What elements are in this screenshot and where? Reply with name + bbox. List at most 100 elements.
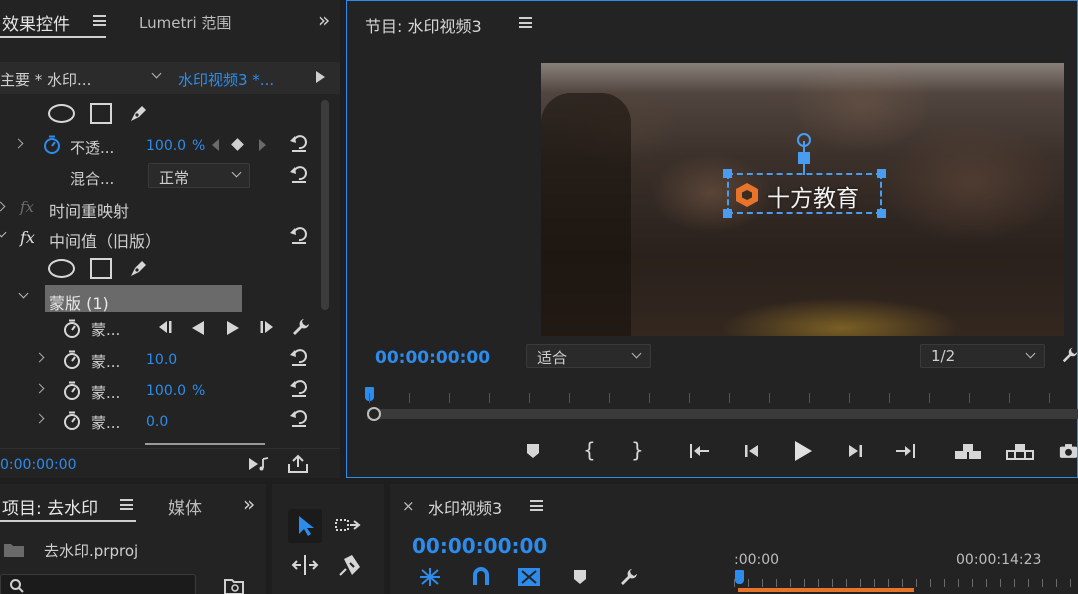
insert-icon[interactable] bbox=[953, 441, 983, 461]
mark-out-icon[interactable]: } bbox=[631, 438, 644, 462]
resolution-dropdown[interactable]: 1/2 bbox=[920, 344, 1045, 368]
go-to-in-icon[interactable] bbox=[688, 441, 712, 461]
source-clip-label[interactable]: 主要 * 水印... bbox=[0, 69, 91, 90]
project-file-name[interactable]: 去水印.prproj bbox=[44, 540, 138, 561]
new-bin-icon[interactable] bbox=[223, 577, 245, 594]
zoom-handle[interactable] bbox=[367, 407, 381, 421]
tab-project[interactable]: 项目: 去水印 bbox=[2, 494, 98, 519]
stopwatch-icon[interactable] bbox=[42, 134, 62, 154]
tab-media[interactable]: 媒体 bbox=[168, 494, 202, 519]
track-step-back-icon[interactable] bbox=[192, 321, 204, 335]
mask-opacity-value[interactable]: 100.0 bbox=[146, 383, 186, 399]
go-to-out-icon[interactable] bbox=[893, 441, 917, 461]
median-fx-icon[interactable]: fx bbox=[20, 228, 35, 247]
tab-lumetri-scopes[interactable]: Lumetri 范围 bbox=[139, 12, 231, 33]
pen-mask-icon-2[interactable] bbox=[126, 255, 152, 281]
timeline-playhead[interactable] bbox=[735, 570, 744, 584]
settings-wrench-icon[interactable] bbox=[1061, 344, 1078, 366]
mask-opacity-stopwatch-icon[interactable] bbox=[62, 380, 82, 400]
timeline-menu-icon[interactable] bbox=[530, 500, 543, 511]
mask-top-handle[interactable] bbox=[798, 152, 810, 164]
track-forward-icon[interactable] bbox=[257, 318, 277, 336]
reset-mask-opacity-icon[interactable] bbox=[288, 377, 310, 399]
linked-selection-icon[interactable] bbox=[469, 566, 493, 588]
play-triangle-icon[interactable] bbox=[316, 71, 325, 83]
mask-handle-br[interactable] bbox=[877, 209, 886, 218]
panel-expand-icon[interactable]: » bbox=[318, 8, 330, 32]
mask-opacity-expand-icon[interactable] bbox=[34, 383, 45, 394]
play-icon[interactable] bbox=[795, 441, 812, 461]
timeline-marker-icon[interactable] bbox=[572, 568, 588, 586]
sequence-clip-label[interactable]: 水印视频3 *... bbox=[178, 69, 274, 90]
project-menu-icon[interactable] bbox=[120, 499, 133, 510]
prev-keyframe-icon[interactable] bbox=[212, 139, 219, 151]
tab-effect-controls[interactable]: 效果控件 bbox=[2, 10, 70, 35]
export-icon[interactable] bbox=[286, 453, 310, 475]
ellipse-mask-icon[interactable] bbox=[48, 104, 75, 123]
reset-blend-icon[interactable] bbox=[288, 163, 310, 185]
scrub-bar[interactable] bbox=[367, 409, 1078, 419]
mask-rotate-handle[interactable] bbox=[797, 133, 811, 147]
mask-feather-expand-icon[interactable] bbox=[34, 352, 45, 363]
mask-expansion-expand-icon[interactable] bbox=[34, 413, 45, 424]
ripple-edit-tool-icon[interactable] bbox=[290, 552, 320, 578]
close-timeline-icon[interactable]: × bbox=[402, 497, 415, 515]
effects-timecode[interactable]: 0:00:00:00 bbox=[0, 457, 77, 473]
median-collapse-icon[interactable] bbox=[0, 227, 7, 238]
project-file-icon bbox=[2, 541, 26, 559]
add-marker-icon[interactable] bbox=[524, 441, 542, 461]
play-audio-icon[interactable] bbox=[247, 454, 271, 474]
blend-mode-dropdown[interactable]: 正常 bbox=[148, 163, 250, 188]
mask-opacity-unit: % bbox=[192, 383, 206, 399]
razor-tool-icon[interactable] bbox=[336, 552, 364, 578]
mask-handle-tr[interactable] bbox=[877, 169, 886, 178]
snap-icon[interactable] bbox=[418, 566, 442, 588]
mask-expansion-stopwatch-icon[interactable] bbox=[62, 410, 82, 430]
pen-mask-icon[interactable] bbox=[126, 100, 152, 126]
selection-tool-icon[interactable] bbox=[292, 512, 320, 540]
mask-expansion-value[interactable]: 0.0 bbox=[146, 414, 168, 430]
mask-path-stopwatch-icon[interactable] bbox=[62, 318, 82, 338]
track-step-forward-icon[interactable] bbox=[227, 321, 239, 335]
ellipse-mask-icon-2[interactable] bbox=[48, 259, 75, 278]
work-area-bar[interactable] bbox=[738, 588, 914, 592]
track-select-tool-icon[interactable] bbox=[333, 514, 363, 538]
overwrite-icon[interactable] bbox=[1005, 441, 1035, 461]
effect-controls-menu-icon[interactable] bbox=[93, 15, 106, 26]
project-search-field[interactable] bbox=[0, 574, 196, 594]
next-keyframe-icon[interactable] bbox=[259, 139, 266, 151]
mark-in-icon[interactable]: { bbox=[583, 438, 596, 462]
mask-collapse-icon[interactable] bbox=[18, 288, 29, 299]
rectangle-mask-icon[interactable] bbox=[90, 103, 112, 124]
fit-dropdown[interactable]: 适合 bbox=[526, 344, 651, 368]
effects-scrollbar[interactable] bbox=[321, 100, 329, 310]
timeline-title[interactable]: 水印视频3 bbox=[428, 495, 502, 519]
time-remap-label: 时间重映射 bbox=[49, 202, 130, 221]
time-remap-expand-icon[interactable] bbox=[0, 201, 6, 212]
program-monitor-menu-icon[interactable] bbox=[519, 17, 532, 28]
program-monitor-title[interactable]: 节目: 水印视频3 bbox=[365, 13, 482, 37]
wrench-icon[interactable] bbox=[290, 316, 312, 338]
opacity-expand-icon[interactable] bbox=[13, 138, 24, 149]
step-back-icon[interactable] bbox=[741, 441, 763, 461]
program-timecode[interactable]: 00:00:00:00 bbox=[375, 348, 490, 368]
export-frame-icon[interactable] bbox=[1059, 441, 1078, 461]
track-backward-icon[interactable] bbox=[155, 318, 175, 336]
reset-mask-expansion-icon[interactable] bbox=[288, 407, 310, 429]
step-forward-icon[interactable] bbox=[844, 441, 866, 461]
reset-mask-feather-icon[interactable] bbox=[288, 346, 310, 368]
timeline-settings-wrench-icon[interactable] bbox=[618, 566, 640, 588]
opacity-value[interactable]: 100.0 bbox=[146, 138, 186, 154]
timeline-timecode[interactable]: 00:00:00:00 bbox=[412, 534, 547, 558]
rectangle-mask-icon-2[interactable] bbox=[90, 258, 112, 279]
reset-opacity-icon[interactable] bbox=[288, 132, 310, 154]
project-expand-icon[interactable]: » bbox=[243, 492, 255, 516]
mask-handle-tl[interactable] bbox=[723, 169, 732, 178]
reset-median-icon[interactable] bbox=[288, 224, 310, 246]
add-edit-icon[interactable] bbox=[516, 566, 542, 588]
mask-feather-value[interactable]: 10.0 bbox=[146, 352, 177, 368]
ruler-ticks bbox=[369, 393, 1078, 403]
mask-handle-bl[interactable] bbox=[723, 209, 732, 218]
add-keyframe-icon[interactable] bbox=[231, 138, 244, 151]
mask-feather-stopwatch-icon[interactable] bbox=[62, 349, 82, 369]
